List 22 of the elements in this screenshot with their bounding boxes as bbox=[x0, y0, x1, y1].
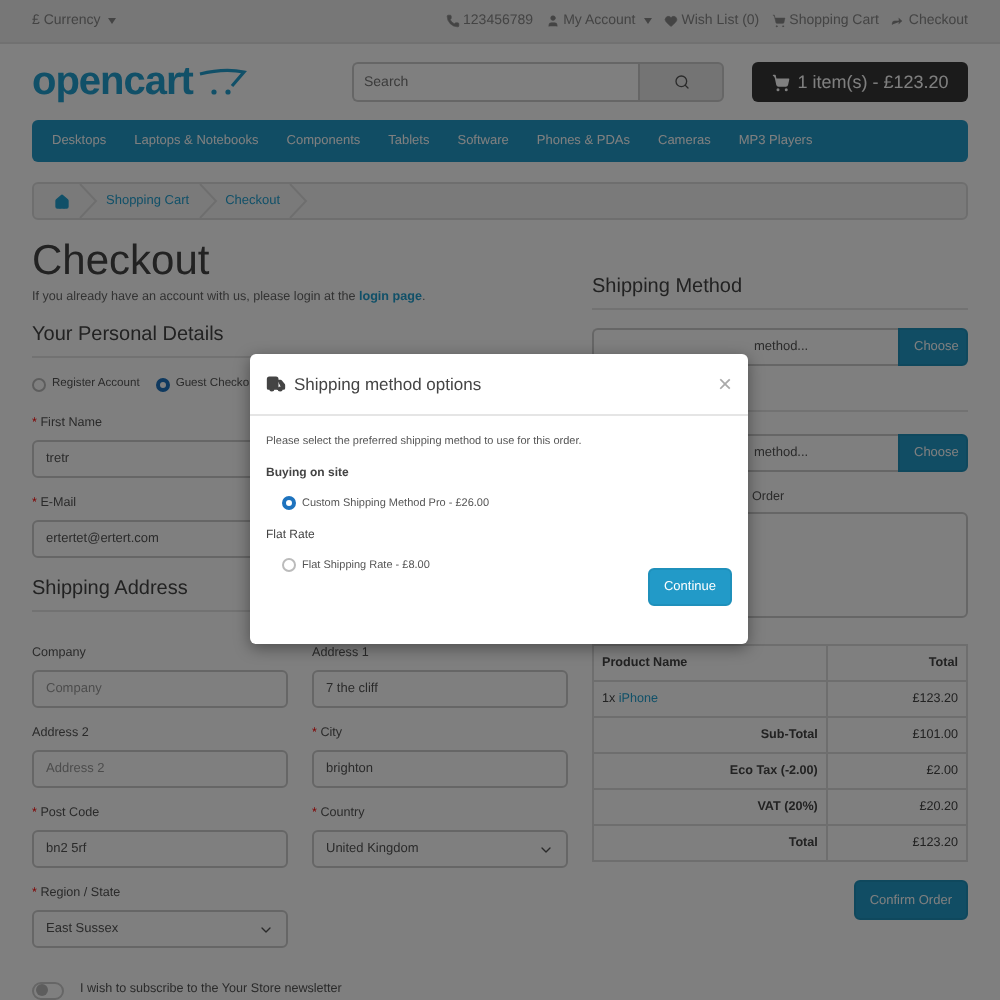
search-icon bbox=[673, 74, 689, 90]
radio-button[interactable] bbox=[282, 496, 296, 510]
close-button[interactable]: × bbox=[717, 370, 732, 398]
toggle-switch[interactable] bbox=[32, 981, 64, 999]
modal-title: Shipping method options bbox=[294, 374, 482, 394]
cart-button[interactable]: 1 item(s) - £123.20 bbox=[752, 62, 968, 102]
share-icon bbox=[890, 14, 905, 28]
caret-icon bbox=[108, 18, 117, 24]
cart-icon bbox=[771, 14, 786, 28]
page-title: Checkout bbox=[32, 236, 212, 288]
logo[interactable]: opencart bbox=[32, 59, 352, 105]
radio-button[interactable] bbox=[282, 558, 296, 572]
radio-button[interactable] bbox=[155, 377, 170, 391]
truck-icon bbox=[266, 374, 286, 394]
phone-icon bbox=[445, 14, 460, 28]
home-icon[interactable] bbox=[54, 193, 70, 209]
search-button[interactable] bbox=[638, 62, 724, 102]
user-icon bbox=[545, 14, 560, 28]
cart-icon bbox=[771, 73, 790, 91]
heart-icon bbox=[663, 14, 678, 28]
section-heading: Shipping Method bbox=[592, 276, 968, 310]
radio-button[interactable] bbox=[32, 377, 46, 391]
